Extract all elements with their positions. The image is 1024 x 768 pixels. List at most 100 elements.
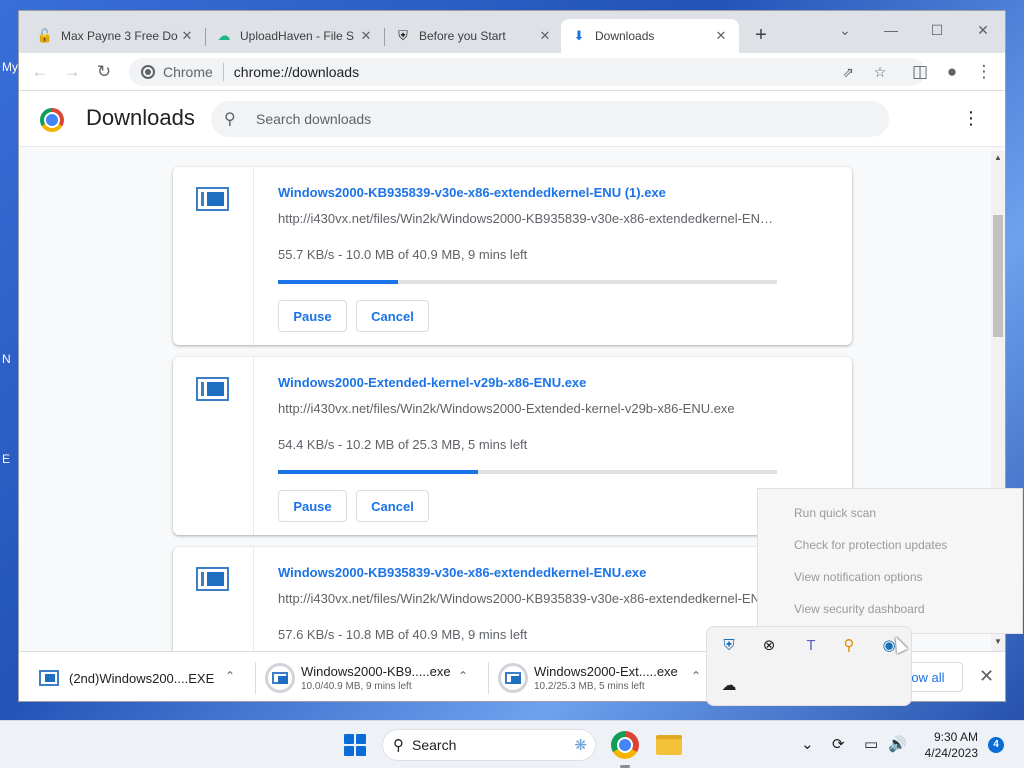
shelf-item[interactable]: Windows2000-Ext.....exe 10.2/25.3 MB, 5 … [498, 660, 678, 696]
search-downloads[interactable]: ⚲ [211, 101, 889, 137]
cancel-button[interactable]: Cancel [356, 300, 429, 332]
back-button[interactable]: ← [27, 59, 53, 85]
pause-button[interactable]: Pause [278, 490, 347, 522]
download-url[interactable]: http://i430vx.net/files/Win2k/Windows200… [278, 591, 773, 606]
close-window-button[interactable]: ✕ [963, 17, 1003, 43]
search-tool-icon[interactable]: ⚲ [839, 635, 859, 655]
menu-kebab-icon[interactable]: ⋮ [971, 59, 997, 85]
shelf-item-name: Windows2000-KB9.....exe [301, 664, 451, 679]
progress-bar [278, 280, 777, 284]
more-actions-icon[interactable]: ⋮ [961, 109, 981, 129]
tab-uploadhaven[interactable]: ☁ UploadHaven - File S ✕ [206, 19, 384, 53]
search-highlight-icon: ❋ [574, 737, 587, 754]
progress-fill [278, 470, 478, 474]
chrome-logo-icon [40, 108, 64, 132]
chevron-up-icon[interactable]: ⌃ [691, 669, 701, 683]
lock-icon: 🔓 [36, 28, 54, 43]
windows-security-shield-icon[interactable]: ⛨ [719, 635, 739, 655]
close-icon[interactable]: ✕ [537, 28, 553, 44]
tab-title: Downloads [595, 29, 655, 43]
share-icon[interactable]: ⇗ [839, 63, 857, 81]
shelf-item[interactable]: Windows2000-KB9.....exe 10.0/40.9 MB, 9 … [265, 660, 451, 696]
download-url[interactable]: http://i430vx.net/files/Win2k/Windows200… [278, 211, 773, 226]
page-title: Downloads [86, 105, 195, 130]
chrome-taskbar-icon[interactable] [611, 731, 639, 759]
download-filename[interactable]: Windows2000-Extended-kernel-v29b-x86-ENU… [278, 375, 586, 390]
sync-icon[interactable]: ⟳ [832, 735, 845, 753]
profile-avatar[interactable]: ● [939, 59, 965, 85]
chevron-up-icon[interactable]: ⌃ [458, 669, 468, 683]
close-shelf-icon[interactable]: ✕ [979, 666, 994, 687]
scroll-up-arrow-icon[interactable]: ▲ [994, 153, 1002, 162]
shield-icon: ⛨ [398, 28, 408, 43]
teams-icon[interactable]: T [801, 635, 821, 655]
exe-file-icon [196, 187, 229, 211]
pause-button[interactable]: Pause [278, 300, 347, 332]
close-icon[interactable]: ✕ [713, 28, 729, 44]
scroll-down-arrow-icon[interactable]: ▼ [994, 637, 1002, 646]
progress-bar [278, 470, 777, 474]
onedrive-icon[interactable]: ☁ [719, 675, 739, 695]
scrollbar-thumb[interactable] [993, 215, 1003, 337]
file-icon-column [173, 167, 254, 345]
clock-time: 9:30 AM [933, 730, 978, 744]
file-icon-column [173, 547, 254, 651]
hidden-tray-icons: ⛨ ⊗ T ⚲ ◉ ☁ [706, 626, 912, 706]
cancel-button[interactable]: Cancel [356, 490, 429, 522]
exe-file-icon [196, 567, 229, 591]
file-explorer-icon[interactable] [656, 735, 682, 755]
close-icon[interactable]: ✕ [179, 28, 195, 44]
shelf-item[interactable]: (2nd)Windows200....EXE [39, 660, 214, 696]
search-input[interactable] [256, 111, 816, 127]
clock[interactable]: 9:30 AM 4/24/2023 [916, 729, 978, 761]
start-button[interactable] [344, 734, 366, 756]
tab-max-payne[interactable]: 🔓 Max Payne 3 Free Do ✕ [27, 19, 205, 53]
clock-date: 4/24/2023 [924, 746, 978, 760]
bookmark-star-icon[interactable]: ☆ [871, 63, 889, 81]
notification-badge[interactable]: 4 [988, 737, 1004, 753]
menu-item-quick-scan[interactable]: Run quick scan [794, 506, 876, 520]
exe-file-icon [196, 377, 229, 401]
menu-item-protection-updates[interactable]: Check for protection updates [794, 538, 947, 552]
tab-search-chevron-icon[interactable]: ⌄ [825, 17, 865, 43]
download-url[interactable]: http://i430vx.net/files/Win2k/Windows200… [278, 401, 773, 416]
close-icon[interactable]: ✕ [358, 28, 374, 44]
tab-downloads[interactable]: ⬇ Downloads ✕ [561, 19, 739, 53]
menu-item-security-dashboard[interactable]: View security dashboard [794, 602, 925, 616]
tab-before-you-start[interactable]: ⛨ Before you Start ✕ [385, 19, 563, 53]
search-icon: ⚲ [393, 737, 404, 754]
browser-toolbar: ← → ↻ Chrome chrome://downloads ⇗ ☆ ◫ ● … [19, 53, 1005, 91]
volume-icon[interactable]: 🔊 [888, 735, 907, 753]
download-filename[interactable]: Windows2000-KB935839-v30e-x86-extendedke… [278, 565, 646, 580]
menu-item-notification-options[interactable]: View notification options [794, 570, 923, 584]
download-icon: ⬇ [573, 28, 585, 43]
chevron-up-icon[interactable]: ⌃ [225, 669, 235, 683]
minimize-button[interactable]: — [871, 17, 911, 43]
shelf-divider [255, 662, 256, 694]
xbox-icon[interactable]: ⊗ [759, 635, 779, 655]
site-label: Chrome [163, 64, 213, 80]
side-panel-icon[interactable]: ◫ [907, 59, 933, 85]
download-status: 55.7 KB/s - 10.0 MB of 40.9 MB, 9 mins l… [278, 247, 528, 262]
desktop-icon-label: E [2, 452, 11, 466]
download-filename[interactable]: Windows2000-KB935839-v30e-x86-extendedke… [278, 185, 666, 200]
tab-title: UploadHaven - File S [240, 29, 355, 43]
tab-title: Before you Start [419, 29, 506, 43]
reload-button[interactable]: ↻ [91, 59, 117, 85]
download-status: 57.6 KB/s - 10.8 MB of 40.9 MB, 9 mins l… [278, 627, 528, 642]
forward-button[interactable]: → [59, 59, 85, 85]
new-tab-button[interactable]: + [750, 25, 772, 47]
download-status: 54.4 KB/s - 10.2 MB of 25.3 MB, 5 mins l… [278, 437, 528, 452]
taskbar-search[interactable]: ⚲ Search ❋ [382, 729, 596, 761]
tab-strip: 🔓 Max Payne 3 Free Do ✕ ☁ UploadHaven - … [19, 11, 1005, 53]
chrome-icon [141, 65, 155, 79]
download-card: Windows2000-Extended-kernel-v29b-x86-ENU… [173, 357, 852, 535]
progress-ring [498, 663, 528, 693]
search-icon: ⚲ [224, 111, 236, 128]
chevron-down-icon[interactable]: ⌄ [801, 735, 814, 753]
network-icon[interactable]: ▭ [864, 735, 878, 753]
address-bar[interactable]: Chrome chrome://downloads ⇗ ☆ [129, 58, 925, 86]
url-text: chrome://downloads [233, 64, 360, 80]
shelf-item-detail: 10.2/25.3 MB, 5 mins left [534, 681, 645, 692]
maximize-button[interactable]: ☐ [917, 17, 957, 43]
